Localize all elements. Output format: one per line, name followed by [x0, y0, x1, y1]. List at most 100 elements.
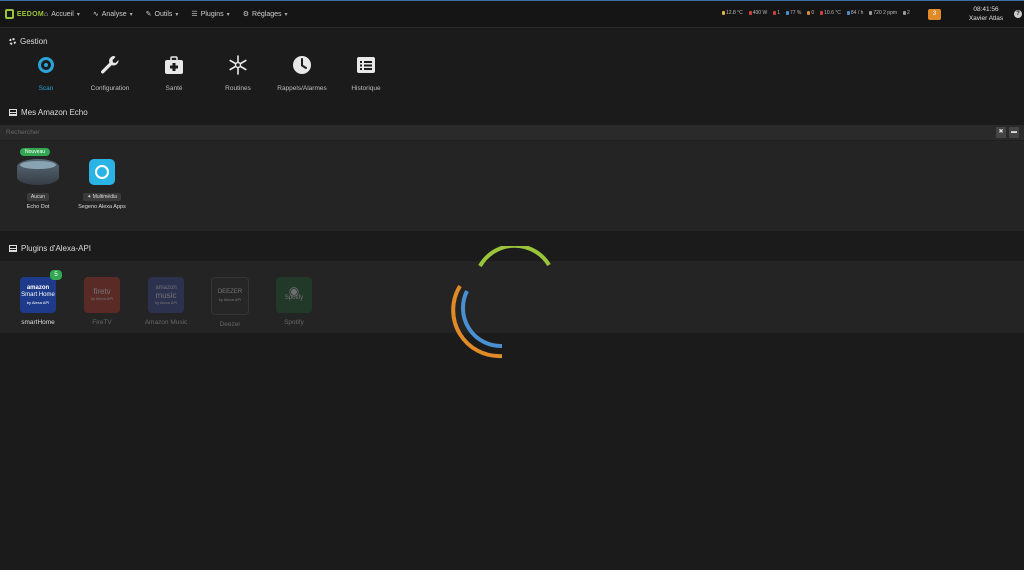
plugin-card-amazon-music[interactable]: amazon music by Alexa API Amazon Music — [136, 277, 196, 326]
tile-text: DEEZER — [217, 289, 243, 295]
spotify-tile-icon: ◉ Spotify — [276, 277, 312, 313]
list-icon: ☰ — [191, 11, 198, 18]
tile-text: Smart Home — [21, 291, 55, 298]
tile-text: by Alexa API — [26, 299, 50, 305]
plugin-name: Spotify — [284, 319, 304, 326]
user-name: Xavier Atlas — [968, 15, 1004, 22]
home-icon: ⌂ — [44, 10, 49, 18]
tile-text: firetv — [93, 287, 111, 296]
action-label: Historique — [351, 85, 381, 92]
echo-dot-icon — [17, 159, 59, 185]
routines-button[interactable]: Routines — [206, 52, 270, 92]
clock-time: 08:41:56 — [973, 6, 999, 13]
count-badge: 5 — [50, 270, 62, 280]
status-widgets: 12.8 °C 400 W 1 77 % 0 10.6 °C 84 / h 72… — [722, 10, 910, 16]
rappels-alarmes-button[interactable]: Rappels/Alarmes — [270, 52, 334, 92]
notification-badge[interactable]: 3 — [928, 9, 941, 20]
action-label: Scan — [38, 85, 54, 92]
plugin-card-spotify[interactable]: ◉ Spotify Spotify — [264, 277, 324, 326]
wrench-icon: ✎ — [145, 11, 152, 18]
clock-user[interactable]: 08:41:56 Xavier Atlas — [960, 5, 1012, 23]
misc-icon — [903, 11, 907, 15]
menu-label: Accueil — [51, 10, 74, 18]
status-item[interactable]: 400 W — [748, 10, 767, 16]
status-item[interactable]: 2 — [903, 10, 910, 16]
menu-label: Réglages — [251, 10, 282, 18]
smarthome-tile-icon: amazon Smart Home by Alexa API — [20, 277, 56, 313]
loading-spinner — [451, 246, 551, 359]
logo-text: EEDOM — [16, 10, 44, 18]
gestion-actions: Scan Configuration Santé Routines Rappel… — [14, 52, 398, 92]
menu-label: Plugins — [200, 10, 224, 18]
table-icon — [9, 245, 17, 252]
main-menu: ⌂ Accueil ▾ ∿ Analyse ▾ ✎ Outils ▾ ☰ Plu… — [44, 10, 301, 19]
snowflake-icon — [229, 55, 247, 75]
caret-down-icon: ▾ — [76, 11, 80, 18]
tile-text: Spotify — [284, 295, 304, 301]
menu-outils[interactable]: ✎ Outils ▾ — [145, 10, 179, 19]
menu-plugins[interactable]: ☰ Plugins ▾ — [191, 10, 230, 19]
tile-text: music — [155, 290, 177, 300]
section-title-text: Mes Amazon Echo — [21, 108, 88, 117]
caret-down-icon: ▾ — [284, 11, 288, 18]
jeedom-logo[interactable]: EEDOM — [4, 7, 44, 21]
caret-down-icon: ▾ — [226, 11, 230, 18]
status-text: 12.8 °C — [726, 10, 743, 16]
status-item[interactable]: 84 / h — [846, 10, 864, 16]
table-icon — [9, 109, 17, 116]
wrench-icon — [101, 56, 119, 74]
status-item[interactable]: 77 % — [785, 10, 801, 16]
device-name: Segeno Alexa Apps — [78, 204, 126, 210]
device-room-tag: Aucun — [26, 193, 50, 201]
caret-down-icon: ▾ — [175, 11, 179, 18]
device-card[interactable]: Nouveau Aucun Echo Dot — [8, 148, 68, 210]
scan-icon — [38, 57, 54, 73]
status-item[interactable]: 12.8 °C — [722, 10, 743, 16]
status-text: 720 2 ppm — [873, 10, 898, 16]
status-item[interactable]: 0 — [807, 10, 814, 16]
logo-icon — [4, 7, 16, 21]
plugin-name: Deezer — [219, 321, 241, 328]
plugin-name: smartHome — [21, 319, 55, 326]
action-label: Configuration — [90, 85, 130, 92]
list-icon — [357, 57, 375, 73]
menu-reglages[interactable]: ⚙ Réglages ▾ — [243, 10, 288, 19]
top-navbar: EEDOM ⌂ Accueil ▾ ∿ Analyse ▾ ✎ Outils ▾… — [0, 0, 1024, 28]
status-text: 2 — [907, 10, 910, 16]
plugin-card-firetv[interactable]: firetv by Alexa API FireTV — [72, 277, 132, 326]
historique-button[interactable]: Historique — [334, 52, 398, 92]
scan-button[interactable]: Scan — [14, 52, 78, 92]
plugin-card-smarthome[interactable]: 5 amazon Smart Home by Alexa API smartHo… — [8, 270, 68, 326]
device-card[interactable]: ✦ Multimédia Segeno Alexa Apps — [72, 157, 132, 210]
light-icon — [807, 11, 811, 15]
sante-button[interactable]: Santé — [142, 52, 206, 92]
alexa-icon — [89, 159, 115, 185]
status-item[interactable]: 720 2 ppm — [869, 10, 897, 16]
gear-icon — [9, 38, 16, 45]
search-input[interactable] — [2, 126, 1000, 139]
clear-search-icon[interactable]: ✖ — [996, 127, 1006, 138]
plugins-section-title: Plugins d'Alexa-API — [9, 244, 91, 253]
status-item[interactable]: 1 — [773, 10, 780, 16]
plugin-name: Amazon Music — [144, 319, 188, 326]
plugin-name: FireTV — [92, 319, 112, 326]
collapse-icon[interactable]: ▬ — [1009, 127, 1019, 138]
configuration-button[interactable]: Configuration — [78, 52, 142, 92]
status-item[interactable]: 10.6 °C — [820, 10, 841, 16]
section-title-text: Gestion — [20, 37, 48, 46]
tile-text: by Alexa API — [154, 299, 178, 305]
search-bar: ✖ ▬ — [0, 125, 1024, 141]
device-name: Echo Dot — [26, 204, 50, 210]
status-text: 84 / h — [850, 10, 864, 16]
rain-icon — [846, 11, 850, 15]
thermometer-icon — [820, 11, 824, 15]
analytics-icon: ∿ — [92, 11, 99, 18]
menu-accueil[interactable]: ⌂ Accueil ▾ — [44, 11, 80, 18]
firetv-tile-icon: firetv by Alexa API — [84, 277, 120, 313]
help-icon[interactable]: ? — [1014, 10, 1022, 18]
echo-section-title: Mes Amazon Echo — [9, 108, 88, 117]
spinner-arc-blue — [461, 290, 503, 349]
plugin-card-deezer[interactable]: DEEZER by Alexa API Deezer — [200, 277, 260, 328]
menu-analyse[interactable]: ∿ Analyse ▾ — [92, 10, 133, 19]
caret-down-icon: ▾ — [129, 11, 133, 18]
